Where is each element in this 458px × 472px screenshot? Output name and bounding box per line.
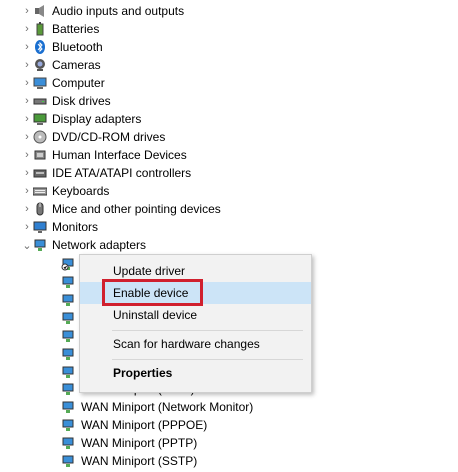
tree-item-label: Computer bbox=[52, 76, 105, 90]
tree-item-cameras[interactable]: › Cameras bbox=[22, 56, 101, 74]
network-adapter-icon bbox=[60, 292, 76, 308]
chevron-right-icon[interactable]: › bbox=[22, 182, 32, 200]
tree-item-label: Human Interface Devices bbox=[52, 148, 187, 162]
chevron-right-icon[interactable]: › bbox=[22, 2, 32, 20]
tree-item-dvd-drives[interactable]: › DVD/CD-ROM drives bbox=[22, 128, 165, 146]
network-adapter-icon bbox=[60, 364, 76, 380]
network-child-label: WAN Miniport (PPTP) bbox=[81, 435, 198, 450]
menu-item-label: Properties bbox=[113, 366, 173, 380]
hid-icon bbox=[32, 147, 48, 163]
chevron-right-icon[interactable]: › bbox=[22, 56, 32, 74]
tree-item-keyboards[interactable]: › Keyboards bbox=[22, 182, 109, 200]
network-adapter-icon bbox=[60, 417, 76, 433]
tree-item-label: Cameras bbox=[52, 58, 101, 72]
chevron-right-icon[interactable]: › bbox=[22, 74, 32, 92]
tree-item-bluetooth[interactable]: › Bluetooth bbox=[22, 38, 103, 56]
network-child-label: WAN Miniport (Network Monitor) bbox=[81, 399, 254, 414]
battery-icon bbox=[32, 21, 48, 37]
tree-item-label: IDE ATA/ATAPI controllers bbox=[52, 166, 192, 180]
tree-item-display-adapters[interactable]: › Display adapters bbox=[22, 110, 141, 128]
network-child-item[interactable] bbox=[60, 309, 81, 326]
network-child-item[interactable] bbox=[60, 255, 81, 272]
network-adapter-icon bbox=[60, 346, 76, 362]
network-child-item[interactable] bbox=[60, 363, 81, 380]
tree-item-label: Bluetooth bbox=[52, 40, 103, 54]
network-adapter-icon bbox=[60, 381, 76, 397]
display-adapter-icon bbox=[32, 111, 48, 127]
tree-item-computer[interactable]: › Computer bbox=[22, 74, 105, 92]
tree-item-label: Keyboards bbox=[52, 184, 110, 198]
menu-item-uninstall-device[interactable]: Uninstall device bbox=[80, 304, 311, 326]
tree-item-network-adapters[interactable]: ⌄ Network adapters bbox=[22, 236, 146, 254]
network-adapter-icon bbox=[32, 237, 48, 253]
speaker-icon bbox=[32, 3, 48, 19]
tree-item-monitors[interactable]: › Monitors bbox=[22, 218, 98, 236]
disk-drive-icon bbox=[32, 93, 48, 109]
computer-icon bbox=[32, 75, 48, 91]
tree-item-ide[interactable]: › IDE ATA/ATAPI controllers bbox=[22, 164, 191, 182]
tree-item-label: Display adapters bbox=[52, 112, 142, 126]
tree-item-mice[interactable]: › Mice and other pointing devices bbox=[22, 200, 221, 218]
chevron-right-icon[interactable]: › bbox=[22, 146, 32, 164]
chevron-right-icon[interactable]: › bbox=[22, 110, 32, 128]
network-child-item-wan-sstp[interactable]: WAN Miniport (SSTP) bbox=[60, 452, 197, 469]
menu-item-label: Scan for hardware changes bbox=[113, 337, 260, 351]
menu-separator bbox=[112, 359, 303, 360]
highlight-callout-box bbox=[102, 279, 203, 306]
tree-item-label: Audio inputs and outputs bbox=[52, 4, 185, 18]
tree-item-label: Mice and other pointing devices bbox=[52, 202, 221, 216]
network-child-item[interactable] bbox=[60, 273, 81, 290]
menu-item-properties[interactable]: Properties bbox=[80, 362, 311, 384]
tree-item-label: Network adapters bbox=[52, 238, 147, 252]
menu-item-label: Update driver bbox=[113, 264, 186, 278]
tree-item-label: DVD/CD-ROM drives bbox=[52, 130, 166, 144]
context-menu: Update driver Enable device Uninstall de… bbox=[79, 254, 312, 393]
chevron-right-icon[interactable]: › bbox=[22, 218, 32, 236]
network-child-label: WAN Miniport (PPPOE) bbox=[81, 417, 208, 432]
chevron-right-icon[interactable]: › bbox=[22, 38, 32, 56]
menu-item-label: Uninstall device bbox=[113, 308, 198, 322]
chevron-down-icon[interactable]: ⌄ bbox=[22, 236, 32, 254]
chevron-right-icon[interactable]: › bbox=[22, 128, 32, 146]
bluetooth-icon bbox=[32, 39, 48, 55]
network-adapter-disabled-icon bbox=[60, 256, 76, 272]
tree-item-audio[interactable]: › Audio inputs and outputs bbox=[22, 2, 184, 20]
mouse-icon bbox=[32, 201, 48, 217]
dvd-drive-icon bbox=[32, 129, 48, 145]
network-adapter-icon bbox=[60, 435, 76, 451]
menu-item-scan-hardware[interactable]: Scan for hardware changes bbox=[80, 333, 311, 355]
ide-controller-icon bbox=[32, 165, 48, 181]
chevron-right-icon[interactable]: › bbox=[22, 200, 32, 218]
keyboard-icon bbox=[32, 183, 48, 199]
network-adapter-icon bbox=[60, 453, 76, 469]
chevron-right-icon[interactable]: › bbox=[22, 92, 32, 110]
network-child-label: WAN Miniport (SSTP) bbox=[81, 453, 198, 468]
device-tree: › Audio inputs and outputs › Batteries ›… bbox=[0, 0, 458, 472]
chevron-right-icon[interactable]: › bbox=[22, 20, 32, 38]
monitor-icon bbox=[32, 219, 48, 235]
network-child-item-wan-netmon[interactable]: WAN Miniport (Network Monitor) bbox=[60, 398, 253, 415]
chevron-right-icon[interactable]: › bbox=[22, 164, 32, 182]
tree-item-label: Batteries bbox=[52, 22, 100, 36]
camera-icon bbox=[32, 57, 48, 73]
tree-item-batteries[interactable]: › Batteries bbox=[22, 20, 99, 38]
network-adapter-icon bbox=[60, 399, 76, 415]
network-child-item[interactable] bbox=[60, 291, 81, 308]
network-adapter-icon bbox=[60, 328, 76, 344]
network-child-item[interactable] bbox=[60, 327, 81, 344]
menu-separator bbox=[112, 330, 303, 331]
tree-item-disk-drives[interactable]: › Disk drives bbox=[22, 92, 111, 110]
network-adapter-icon bbox=[60, 310, 76, 326]
tree-item-hid[interactable]: › Human Interface Devices bbox=[22, 146, 187, 164]
tree-item-label: Monitors bbox=[52, 220, 99, 234]
network-child-item[interactable] bbox=[60, 345, 81, 362]
tree-item-label: Disk drives bbox=[52, 94, 111, 108]
network-child-item-wan-pptp[interactable]: WAN Miniport (PPTP) bbox=[60, 434, 197, 451]
network-child-item-wan-pppoe[interactable]: WAN Miniport (PPPOE) bbox=[60, 416, 207, 433]
network-adapter-icon bbox=[60, 274, 76, 290]
